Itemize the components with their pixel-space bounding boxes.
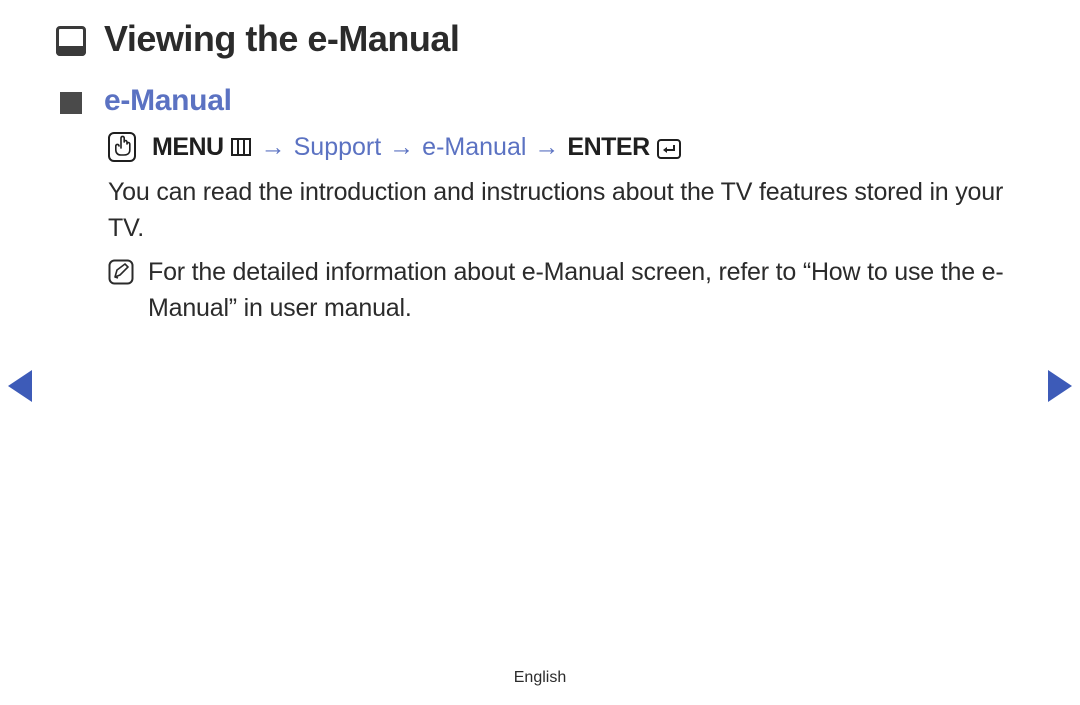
triangle-right-icon [1048, 370, 1072, 402]
bullet-square-icon [60, 92, 82, 114]
note-row: For the detailed information about e-Man… [108, 254, 1010, 327]
prev-page-button[interactable] [8, 370, 32, 402]
menu-button-icon [231, 138, 251, 156]
page-title: Viewing the e-Manual [104, 18, 459, 60]
menu-path: MENU → Support → e-Manual → ENTER [108, 132, 681, 162]
menu-label: MENU [152, 133, 224, 162]
next-page-button[interactable] [1048, 370, 1072, 402]
chapter-icon [56, 26, 86, 56]
footer-language: English [0, 669, 1080, 687]
subsection-row: e-Manual [60, 84, 232, 118]
arrow-separator: → [387, 133, 416, 162]
hand-pointer-icon [108, 132, 136, 162]
triangle-left-icon [8, 370, 32, 402]
note-pencil-icon [108, 259, 134, 285]
path-emanual: e-Manual [422, 133, 526, 162]
subsection-title: e-Manual [104, 84, 232, 118]
note-paragraph: For the detailed information about e-Man… [148, 254, 1010, 327]
page-title-row: Viewing the e-Manual [56, 18, 459, 60]
enter-label: ENTER [567, 133, 649, 162]
enter-button-icon [657, 137, 681, 157]
intro-paragraph: You can read the introduction and instru… [108, 174, 1010, 247]
path-support: Support [294, 133, 382, 162]
arrow-separator: → [532, 133, 561, 162]
arrow-separator: → [259, 133, 288, 162]
